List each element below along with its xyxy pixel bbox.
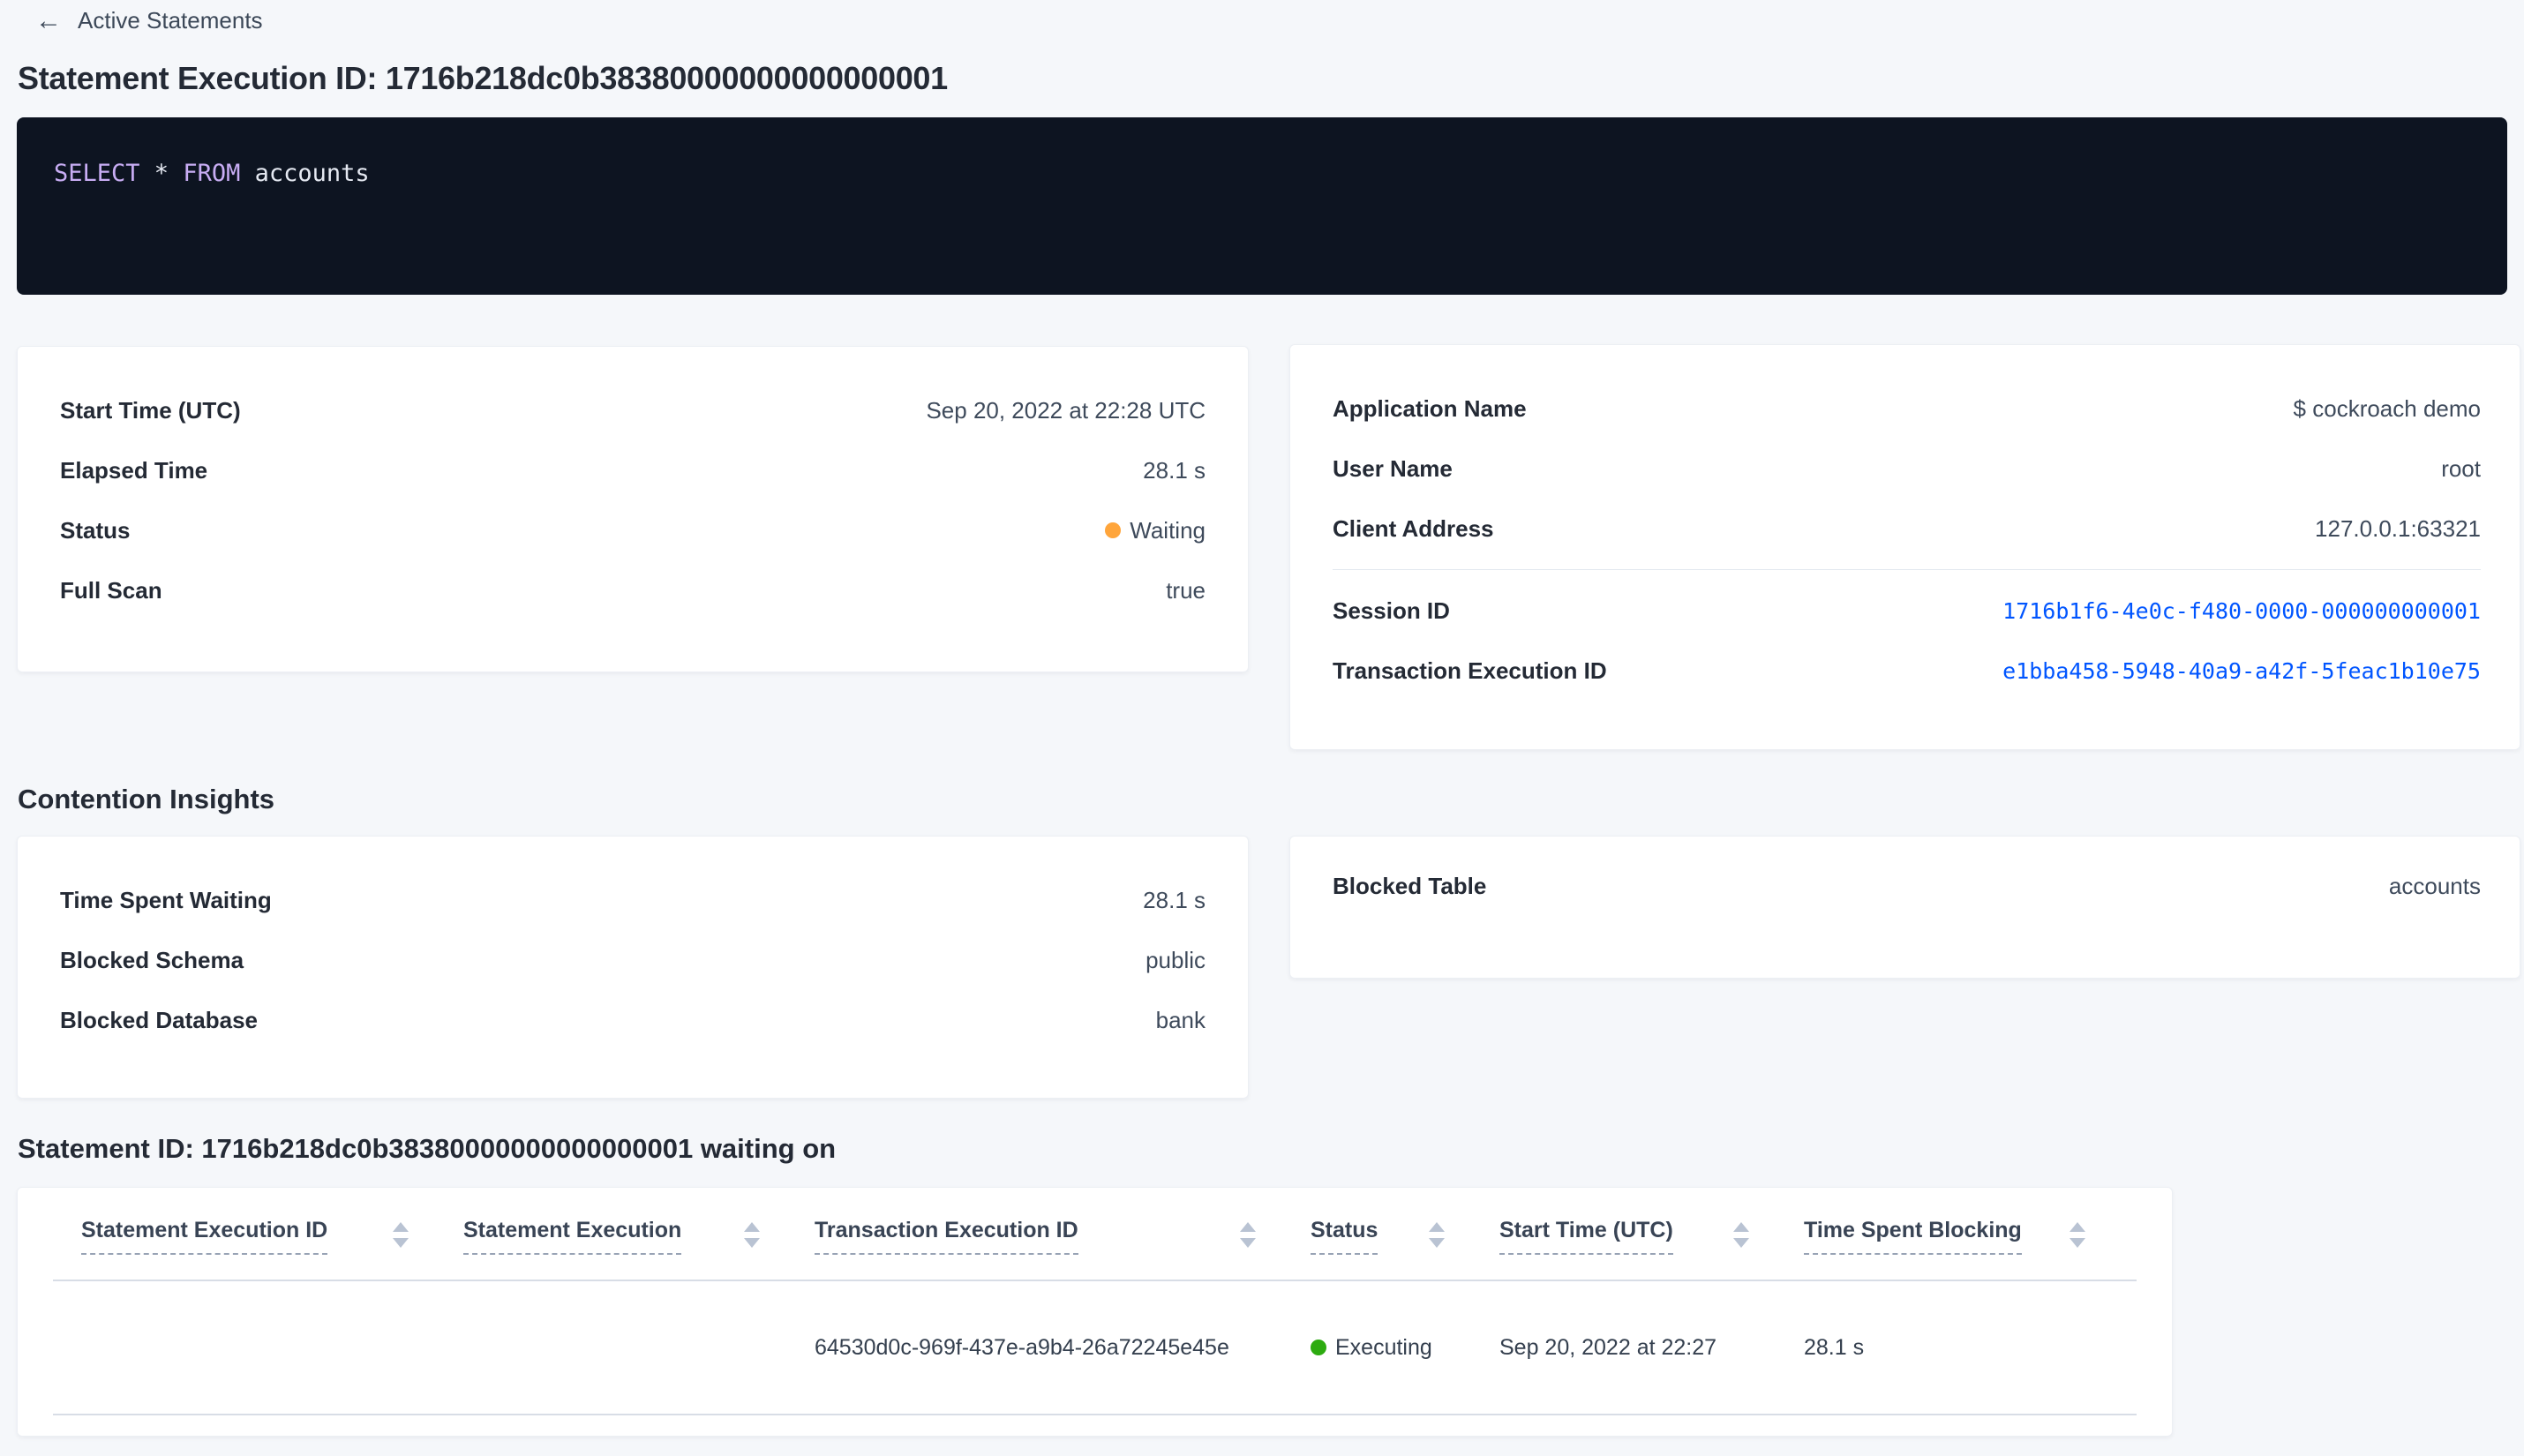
session-card-divider	[1333, 569, 2481, 570]
user-name-label: User Name	[1333, 454, 1453, 482]
column-label: Start Time (UTC)	[1499, 1218, 1673, 1255]
page-title: Statement Execution ID: 1716b218dc0b3838…	[18, 60, 948, 96]
session-id-row: Session ID 1716b1f6-4e0c-f480-0000-00000…	[1333, 581, 2481, 641]
waiting-status-dot-icon	[1105, 522, 1122, 538]
column-header-status[interactable]: Status	[1311, 1218, 1499, 1255]
cell-start-time: Sep 20, 2022 at 22:27	[1499, 1334, 1717, 1360]
blocked-schema-value: public	[1146, 946, 1206, 973]
time-spent-waiting-label: Time Spent Waiting	[60, 886, 272, 913]
active-statement-details-page: ← Active Statements Statement Execution …	[0, 0, 2524, 1456]
table-header-row: Statement Execution ID Statement Executi…	[18, 1188, 2172, 1280]
column-label: Statement Execution ID	[81, 1218, 328, 1255]
cell-status: Executing	[1311, 1335, 1499, 1361]
blocked-table-row: Blocked Table accounts	[1333, 856, 2481, 916]
time-spent-waiting-row: Time Spent Waiting 28.1 s	[60, 870, 1206, 930]
user-name-row: User Name root	[1333, 439, 2481, 499]
back-link-label: Active Statements	[78, 7, 263, 34]
back-link[interactable]: ← Active Statements	[35, 7, 263, 34]
blocked-database-value: bank	[1155, 1006, 1206, 1033]
elapsed-time-value: 28.1 s	[1143, 456, 1206, 484]
column-header-start-time[interactable]: Start Time (UTC)	[1499, 1218, 1804, 1255]
column-header-transaction-execution-id[interactable]: Transaction Execution ID	[815, 1218, 1311, 1255]
session-details-card: Application Name $ cockroach demo User N…	[1289, 344, 2520, 750]
sql-keyword-from: FROM	[183, 160, 241, 187]
table-row-divider	[53, 1414, 2137, 1415]
application-name-value: $ cockroach demo	[2293, 394, 2481, 422]
transaction-execution-id-row: Transaction Execution ID e1bba458-5948-4…	[1333, 641, 2481, 701]
column-header-time-spent-blocking[interactable]: Time Spent Blocking	[1804, 1218, 2140, 1255]
full-scan-value: true	[1166, 576, 1206, 604]
blocked-database-label: Blocked Database	[60, 1006, 258, 1033]
full-scan-row: Full Scan true	[60, 560, 1206, 620]
column-label: Status	[1311, 1218, 1378, 1255]
column-label: Time Spent Blocking	[1804, 1218, 2022, 1255]
cell-transaction-execution-id: 64530d0c-969f-437e-a9b4-26a72245e45e	[815, 1334, 1229, 1360]
column-header-statement-execution-id[interactable]: Statement Execution ID	[81, 1218, 463, 1255]
transaction-execution-id-link[interactable]: e1bba458-5948-40a9-a42f-5feac1b10e75	[2002, 658, 2481, 684]
sql-star: *	[139, 160, 184, 187]
status-value-text: Waiting	[1130, 516, 1206, 544]
session-id-label: Session ID	[1333, 597, 1450, 624]
sort-icon[interactable]	[1733, 1218, 1749, 1248]
blocked-table-value: accounts	[2388, 872, 2481, 899]
sql-keyword-select: SELECT	[54, 160, 140, 187]
column-label: Transaction Execution ID	[815, 1218, 1078, 1255]
sort-icon[interactable]	[2070, 1218, 2085, 1248]
status-row: Status Waiting	[60, 500, 1206, 560]
start-time-row: Start Time (UTC) Sep 20, 2022 at 22:28 U…	[60, 380, 1206, 440]
sort-icon[interactable]	[1240, 1218, 1256, 1248]
column-label: Statement Execution	[463, 1218, 682, 1255]
blocked-schema-row: Blocked Schema public	[60, 930, 1206, 990]
blocked-table-label: Blocked Table	[1333, 872, 1487, 899]
user-name-value: root	[2441, 454, 2481, 482]
blocked-table-card: Blocked Table accounts	[1289, 836, 2520, 979]
elapsed-time-row: Elapsed Time 28.1 s	[60, 440, 1206, 500]
contention-details-card: Time Spent Waiting 28.1 s Blocked Schema…	[17, 836, 1249, 1099]
status-value: Waiting	[1105, 517, 1206, 544]
cell-time-spent-blocking: 28.1 s	[1804, 1334, 1865, 1360]
client-address-value: 127.0.0.1:63321	[2315, 514, 2481, 542]
full-scan-label: Full Scan	[60, 576, 162, 604]
contention-insights-heading: Contention Insights	[18, 784, 275, 814]
status-label: Status	[60, 516, 131, 544]
blocked-database-row: Blocked Database bank	[60, 990, 1206, 1050]
sort-icon[interactable]	[744, 1218, 760, 1248]
transaction-execution-id-label: Transaction Execution ID	[1333, 657, 1607, 684]
session-id-link[interactable]: 1716b1f6-4e0c-f480-0000-000000000001	[2002, 598, 2481, 624]
application-name-row: Application Name $ cockroach demo	[1333, 379, 2481, 439]
start-time-label: Start Time (UTC)	[60, 396, 241, 424]
sql-table-name: accounts	[240, 160, 370, 187]
sort-icon[interactable]	[393, 1218, 409, 1248]
executing-status-dot-icon	[1311, 1340, 1326, 1355]
client-address-row: Client Address 127.0.0.1:63321	[1333, 499, 2481, 559]
statement-details-card: Start Time (UTC) Sep 20, 2022 at 22:28 U…	[17, 346, 1249, 672]
elapsed-time-label: Elapsed Time	[60, 456, 208, 484]
table-row: 64530d0c-969f-437e-a9b4-26a72245e45e Exe…	[18, 1281, 2172, 1414]
blocked-schema-label: Blocked Schema	[60, 946, 244, 973]
time-spent-waiting-value: 28.1 s	[1143, 886, 1206, 913]
cell-status-text: Executing	[1335, 1334, 1432, 1360]
start-time-value: Sep 20, 2022 at 22:28 UTC	[926, 396, 1206, 424]
waiting-on-table: Statement Execution ID Statement Executi…	[17, 1187, 2173, 1437]
column-header-statement-execution[interactable]: Statement Execution	[463, 1218, 815, 1255]
client-address-label: Client Address	[1333, 514, 1494, 542]
back-arrow-icon: ←	[35, 5, 62, 35]
sort-icon[interactable]	[1429, 1218, 1445, 1248]
application-name-label: Application Name	[1333, 394, 1527, 422]
sql-statement-box: SELECT * FROM accounts	[17, 117, 2507, 295]
waiting-on-heading: Statement ID: 1716b218dc0b38380000000000…	[18, 1133, 837, 1164]
